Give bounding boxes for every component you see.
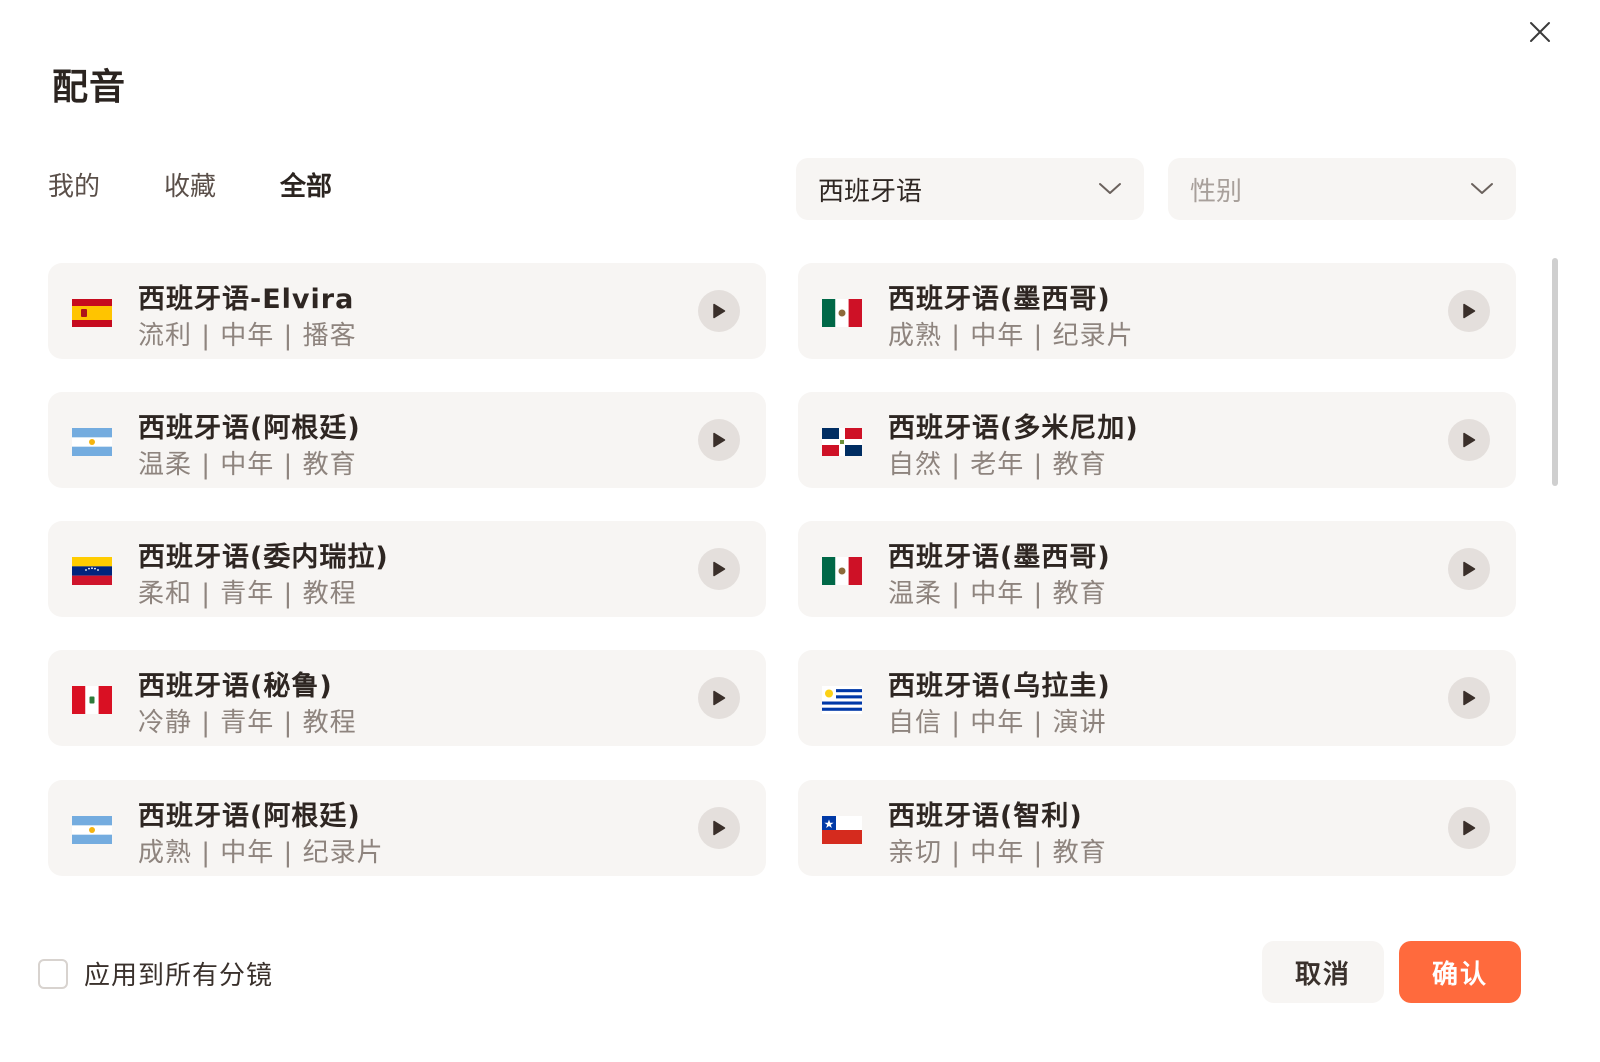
play-button[interactable]: [698, 290, 740, 332]
apply-all-checkbox[interactable]: [38, 958, 68, 989]
play-button[interactable]: [698, 677, 740, 719]
voice-name: 西班牙语(智利): [888, 801, 1083, 832]
voice-card[interactable]: 西班牙语(墨西哥) 温柔 | 中年 | 教育: [798, 521, 1516, 617]
voice-name: 西班牙语(乌拉圭): [888, 671, 1111, 702]
venezuela-flag-icon: [72, 557, 112, 585]
tab-favorites[interactable]: 收藏: [164, 166, 216, 203]
language-select[interactable]: 西班牙语: [796, 158, 1144, 220]
play-button[interactable]: [1448, 677, 1490, 719]
voice-dialog: 配音 我的 收藏 全部 西班牙语 性别 西班牙语-Elvira 流利 | 中年 …: [0, 0, 1568, 1062]
play-button[interactable]: [698, 419, 740, 461]
close-button[interactable]: [1522, 14, 1558, 50]
tab-bar: 我的 收藏 全部: [48, 166, 396, 203]
play-icon: [1463, 690, 1476, 706]
voice-tags: 温柔 | 中年 | 教育: [888, 579, 1107, 609]
voice-card[interactable]: 西班牙语(乌拉圭) 自信 | 中年 | 演讲: [798, 650, 1516, 746]
voice-tags: 柔和 | 青年 | 教程: [138, 579, 357, 609]
close-icon: [1530, 22, 1550, 42]
apply-all-label: 应用到所有分镜: [84, 961, 274, 991]
voice-tags: 亲切 | 中年 | 教育: [888, 838, 1107, 868]
voice-name: 西班牙语(阿根廷): [138, 413, 361, 444]
voice-tags: 成熟 | 中年 | 纪录片: [888, 321, 1134, 351]
voice-card[interactable]: 西班牙语(智利) 亲切 | 中年 | 教育: [798, 780, 1516, 876]
confirm-button[interactable]: 确认: [1399, 941, 1521, 1003]
voice-tags: 温柔 | 中年 | 教育: [138, 450, 357, 480]
scrollbar-thumb[interactable]: [1552, 258, 1558, 486]
gender-select[interactable]: 性别: [1168, 158, 1516, 220]
play-icon: [713, 303, 726, 319]
voice-name: 西班牙语(阿根廷): [138, 801, 361, 832]
voice-tags: 成熟 | 中年 | 纪录片: [138, 838, 384, 868]
tab-all[interactable]: 全部: [280, 166, 332, 203]
mexico-flag-icon: [822, 299, 862, 327]
play-button[interactable]: [698, 807, 740, 849]
voice-card[interactable]: 西班牙语(委内瑞拉) 柔和 | 青年 | 教程: [48, 521, 766, 617]
uruguay-flag-icon: [822, 686, 862, 714]
play-button[interactable]: [1448, 807, 1490, 849]
tab-mine[interactable]: 我的: [48, 166, 100, 203]
voice-card[interactable]: 西班牙语(多米尼加) 自然 | 老年 | 教育: [798, 392, 1516, 488]
dialog-title: 配音: [52, 67, 127, 108]
voice-name: 西班牙语(墨西哥): [888, 542, 1111, 573]
spain-flag-icon: [72, 299, 112, 327]
voice-card[interactable]: 西班牙语(秘鲁) 冷静 | 青年 | 教程: [48, 650, 766, 746]
play-icon: [713, 690, 726, 706]
voice-name: 西班牙语(秘鲁): [138, 671, 333, 702]
play-icon: [713, 561, 726, 577]
mexico-flag-icon: [822, 557, 862, 585]
language-select-value: 西班牙语: [818, 176, 923, 207]
chile-flag-icon: [822, 816, 862, 844]
voice-card[interactable]: 西班牙语(阿根廷) 温柔 | 中年 | 教育: [48, 392, 766, 488]
play-icon: [713, 432, 726, 448]
play-button[interactable]: [1448, 548, 1490, 590]
play-button[interactable]: [698, 548, 740, 590]
cancel-button[interactable]: 取消: [1262, 941, 1384, 1003]
voice-tags: 冷静 | 青年 | 教程: [138, 708, 357, 738]
voice-name: 西班牙语(多米尼加): [888, 413, 1139, 444]
play-icon: [1463, 303, 1476, 319]
peru-flag-icon: [72, 686, 112, 714]
argentina-flag-icon: [72, 816, 112, 844]
apply-all-checkbox-row[interactable]: 应用到所有分镜: [38, 955, 273, 992]
play-icon: [713, 820, 726, 836]
chevron-down-icon: [1471, 183, 1493, 194]
voice-tags: 自信 | 中年 | 演讲: [888, 708, 1107, 738]
voice-card[interactable]: 西班牙语-Elvira 流利 | 中年 | 播客: [48, 263, 766, 359]
dominican-republic-flag-icon: [822, 428, 862, 456]
play-icon: [1463, 561, 1476, 577]
chevron-down-icon: [1099, 183, 1121, 194]
play-button[interactable]: [1448, 419, 1490, 461]
voice-tags: 自然 | 老年 | 教育: [888, 450, 1107, 480]
voice-card[interactable]: 西班牙语(阿根廷) 成熟 | 中年 | 纪录片: [48, 780, 766, 876]
play-button[interactable]: [1448, 290, 1490, 332]
voice-card[interactable]: 西班牙语(墨西哥) 成熟 | 中年 | 纪录片: [798, 263, 1516, 359]
play-icon: [1463, 432, 1476, 448]
voice-name: 西班牙语(委内瑞拉): [138, 542, 389, 573]
gender-select-placeholder: 性别: [1190, 176, 1243, 207]
voice-name: 西班牙语-Elvira: [138, 284, 355, 315]
argentina-flag-icon: [72, 428, 112, 456]
voice-name: 西班牙语(墨西哥): [888, 284, 1111, 315]
play-icon: [1463, 820, 1476, 836]
voice-tags: 流利 | 中年 | 播客: [138, 321, 357, 351]
